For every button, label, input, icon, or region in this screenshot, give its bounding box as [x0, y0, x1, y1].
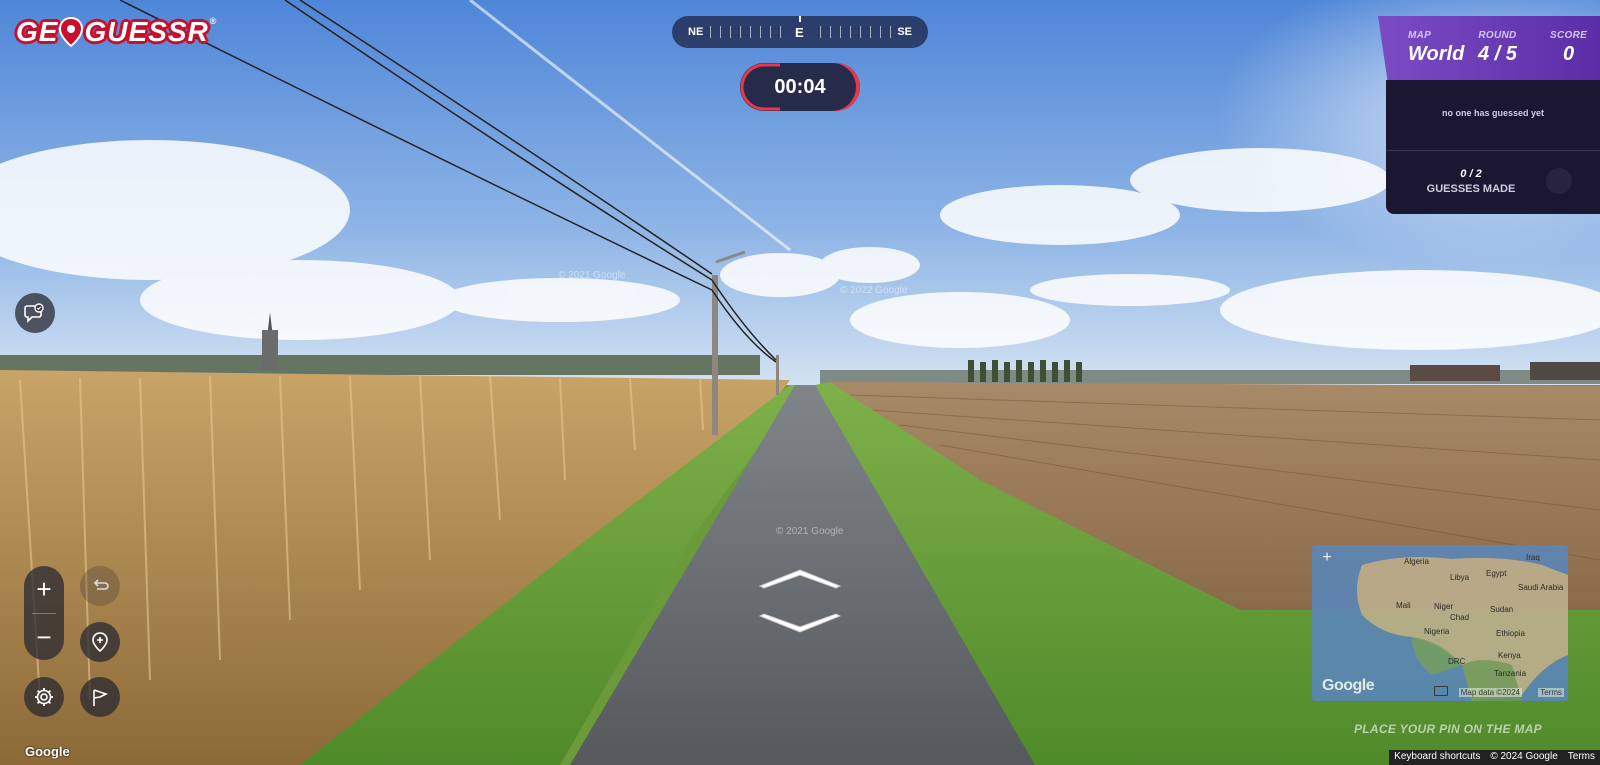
gear-icon	[35, 688, 53, 706]
compass-indicator	[799, 16, 801, 22]
map-value: World	[1408, 43, 1465, 65]
compass-e: E	[795, 24, 804, 40]
timer-progress-arc	[740, 63, 780, 111]
registered-mark: ®	[209, 16, 218, 26]
geoguessr-logo[interactable]: GE GUESSR ®	[16, 16, 217, 48]
map-label: Saudi Arabia	[1518, 583, 1564, 592]
map-label: Sudan	[1490, 605, 1514, 614]
round-info: ROUND 4 / 5	[1478, 30, 1517, 66]
attribution-bar: Keyboard shortcuts © 2024 Google Terms	[1389, 750, 1600, 765]
keyboard-shortcuts-link[interactable]: Keyboard shortcuts	[1389, 750, 1486, 765]
zoom-in-button[interactable]: +	[24, 566, 64, 612]
map-label: Iraq	[1526, 553, 1540, 562]
map-label: Mali	[1396, 601, 1411, 610]
guess-status-message: no one has guessed yet	[1441, 108, 1545, 118]
guess-count: 0 / 2	[1460, 168, 1482, 180]
map-label: Niger	[1434, 602, 1454, 611]
logo-text-left: GE	[16, 16, 59, 47]
settings-button[interactable]	[24, 677, 64, 717]
map-label: Algeria	[1404, 557, 1429, 566]
compass: NE E SE	[672, 16, 928, 48]
move-forward-arrow[interactable]	[758, 566, 842, 590]
map-label: Nigeria	[1424, 627, 1450, 636]
flag-button[interactable]	[80, 677, 120, 717]
move-backward-arrow[interactable]	[758, 612, 842, 636]
round-value: 4 / 5	[1478, 43, 1517, 65]
map-label: Kenya	[1498, 651, 1521, 660]
compass-ne: NE	[688, 26, 704, 38]
chat-button[interactable]	[15, 293, 55, 333]
logo-text-right: GUESSR	[84, 16, 209, 47]
map-label: Libya	[1450, 573, 1470, 582]
guess-avatar-placeholder	[1546, 168, 1572, 194]
google-watermark: © 2021 Google	[558, 270, 626, 281]
google-footer-logo: Google	[25, 744, 70, 759]
guesses-made-label: GUESSES MADE	[1426, 183, 1516, 195]
google-logo: Google	[1322, 677, 1375, 694]
map-label: Egypt	[1486, 569, 1507, 578]
map-data-attribution: Map data ©2024	[1458, 688, 1522, 697]
score-caption: SCORE	[1550, 30, 1588, 41]
place-pin-hint: PLACE YOUR PIN ON THE MAP	[1354, 722, 1542, 736]
copyright-text: © 2024 Google	[1485, 750, 1563, 765]
map-info: MAP World	[1408, 30, 1464, 66]
map-pin-icon	[59, 17, 84, 47]
minimap-zoom-in[interactable]: +	[1318, 549, 1336, 567]
divider	[1386, 150, 1600, 151]
flag-icon	[93, 689, 109, 706]
guess-minimap[interactable]: + Algeria Libya Egypt Iraq Saudi Arabia …	[1312, 545, 1568, 701]
location-pin-icon	[92, 632, 108, 653]
score-value: 0	[1562, 43, 1575, 65]
score-info: SCORE 0	[1550, 30, 1587, 66]
chat-icon	[24, 303, 44, 323]
terms-link[interactable]: Terms	[1562, 750, 1600, 765]
undo-icon	[93, 579, 109, 590]
google-watermark: © 2021 Google	[776, 526, 844, 537]
guesses-panel: no one has guessed yet 0 / 2 GUESSES MAD…	[1386, 80, 1600, 214]
map-label: Tanzania	[1494, 669, 1527, 678]
game-status-panel: MAP World ROUND 4 / 5 SCORE 0	[1378, 16, 1600, 84]
undo-button[interactable]	[80, 566, 120, 606]
map-caption: MAP	[1408, 30, 1432, 41]
map-label: Ethiopia	[1496, 629, 1525, 638]
zoom-out-button[interactable]: −	[24, 614, 64, 660]
return-to-start-button[interactable]	[80, 622, 120, 662]
keyboard-icon[interactable]	[1434, 686, 1448, 696]
compass-se: SE	[897, 26, 912, 38]
round-caption: ROUND	[1478, 30, 1517, 41]
zoom-control: + −	[24, 566, 64, 660]
map-label: DRC	[1448, 657, 1466, 666]
map-terms-link[interactable]: Terms	[1538, 688, 1564, 697]
map-label: Chad	[1450, 613, 1470, 622]
google-watermark: © 2022 Google	[840, 285, 908, 296]
